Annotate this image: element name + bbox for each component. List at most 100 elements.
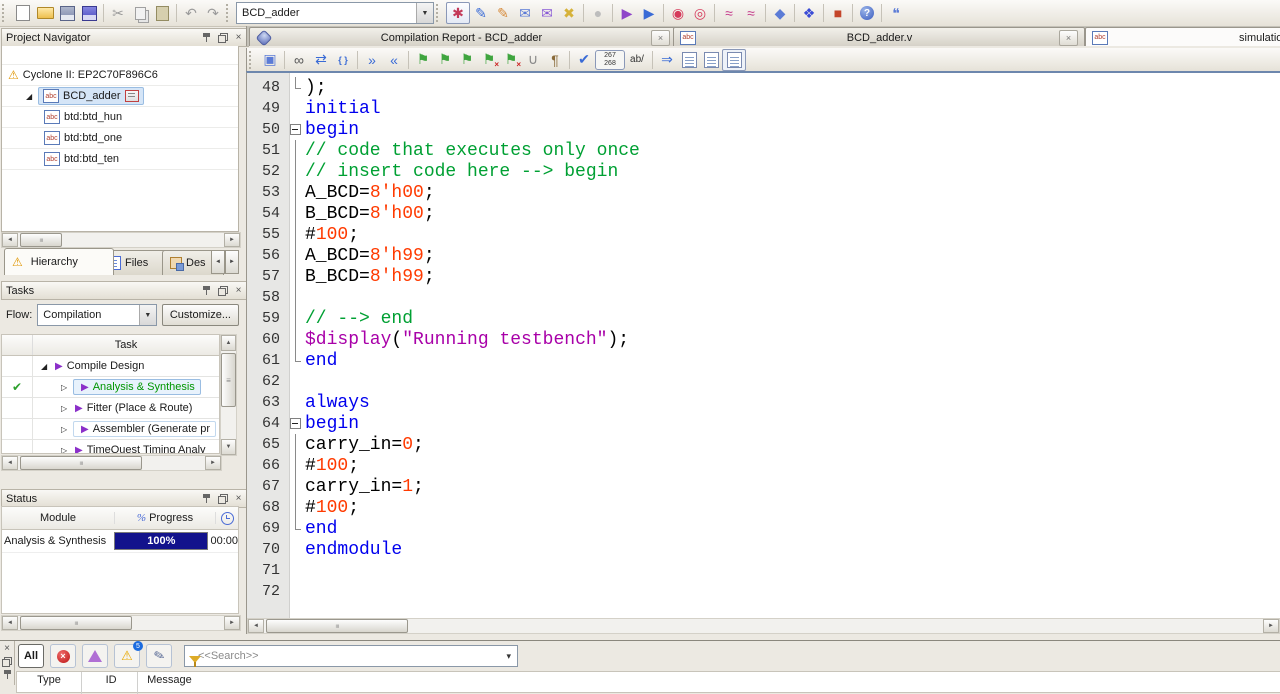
messages-id-header[interactable]: ID — [85, 672, 138, 694]
code-line-50[interactable]: 50begin — [247, 119, 1280, 140]
pin-icon[interactable] — [201, 493, 212, 504]
chip-planner-icon[interactable]: ■ — [827, 3, 849, 23]
collapse-arrow-icon[interactable]: ▷ — [61, 404, 73, 413]
float-icon[interactable] — [217, 32, 228, 43]
document-tab-3[interactable]: abcsimulation/mode — [1085, 27, 1280, 46]
filter-system-button[interactable]: ✎ — [146, 644, 172, 668]
code-line-69[interactable]: 69end — [247, 518, 1280, 539]
status-progress-header[interactable]: % Progress — [115, 512, 216, 524]
code-line-70[interactable]: 70endmodule — [247, 539, 1280, 560]
open-file-icon[interactable] — [34, 3, 56, 23]
code-editor[interactable]: 48);49initial50begin51// code that execu… — [246, 71, 1280, 634]
document-tab-2[interactable]: abcBCD_adder.v× — [673, 27, 1085, 46]
file-window-icon[interactable]: ▣ — [259, 50, 281, 70]
status-data-row[interactable]: Analysis & Synthesis 100% 00:00 — [2, 530, 238, 553]
float-icon[interactable] — [217, 493, 228, 504]
status-time-header[interactable] — [216, 512, 238, 525]
scroll-up-icon[interactable]: ▲ — [221, 335, 236, 351]
scroll-thumb[interactable]: ≡ — [20, 616, 132, 630]
stopwatch-icon[interactable]: ◎ — [689, 3, 711, 23]
scroll-left-icon[interactable]: ◄ — [248, 619, 264, 633]
line-counter-box[interactable]: 267268 — [595, 50, 625, 70]
combo-dropdown-arrow-icon[interactable]: ▼ — [139, 305, 156, 325]
start-analysis-play-icon[interactable]: ▶ — [616, 3, 638, 23]
tree-item-1[interactable]: ◢abcBCD_adder — [2, 86, 238, 107]
pin-icon[interactable] — [201, 32, 212, 43]
code-line-62[interactable]: 62 — [247, 371, 1280, 392]
code-line-55[interactable]: 55#100; — [247, 224, 1280, 245]
save-icon[interactable] — [56, 3, 78, 23]
customize-button[interactable]: Customize... — [162, 304, 239, 326]
gate-waveform-chip-icon[interactable]: ≈ — [740, 3, 762, 23]
scroll-right-icon[interactable]: ► — [205, 456, 221, 470]
collapse-arrow-icon[interactable]: ▷ — [61, 446, 73, 455]
start-elaboration-arrow-icon[interactable]: ▶ — [638, 3, 660, 23]
code-line-66[interactable]: 66#100; — [247, 455, 1280, 476]
scroll-thumb[interactable]: ≡ — [20, 456, 142, 470]
filter-all-button[interactable]: All — [18, 644, 44, 668]
help-icon[interactable] — [856, 3, 878, 23]
code-line-51[interactable]: 51// code that executes only once — [247, 140, 1280, 161]
view-full-icon[interactable] — [678, 50, 700, 70]
close-tab-icon[interactable]: × — [1059, 30, 1078, 46]
code-line-71[interactable]: 71 — [247, 560, 1280, 581]
next-bookmark-icon[interactable]: ⚑ — [434, 50, 456, 70]
scroll-right-icon[interactable]: ► — [224, 233, 240, 247]
code-line-49[interactable]: 49initial — [247, 98, 1280, 119]
task-row-3[interactable]: ▷▶Assembler (Generate pr — [2, 419, 219, 440]
code-line-68[interactable]: 68#100; — [247, 497, 1280, 518]
scroll-thumb[interactable]: ≡ — [266, 619, 408, 633]
combo-dropdown-arrow-icon[interactable]: ▼ — [416, 3, 433, 23]
float-icon[interactable] — [2, 656, 13, 667]
analysis-synthesis-pencil-icon[interactable]: ✎ — [470, 3, 492, 23]
code-line-60[interactable]: 60$display("Running testbench"); — [247, 329, 1280, 350]
scroll-left-icon[interactable]: ◄ — [2, 616, 18, 630]
paste-icon[interactable] — [151, 3, 173, 23]
insert-bookmark-icon[interactable]: ⚑ — [412, 50, 434, 70]
scroll-right-icon[interactable]: ► — [224, 616, 240, 630]
code-line-59[interactable]: 59// --> end — [247, 308, 1280, 329]
sidebar-tab-hierarchy[interactable]: ⚠Hierarchy — [4, 248, 114, 275]
messages-message-header[interactable]: Message — [141, 672, 198, 694]
template-icon[interactable]: ¶ — [544, 50, 566, 70]
cut-icon[interactable]: ✂ — [107, 3, 129, 23]
view-outline-icon[interactable] — [722, 49, 746, 71]
pin-icon[interactable] — [2, 669, 13, 680]
flow-combobox[interactable]: Compilation ▼ — [37, 304, 157, 326]
editor-hscrollbar[interactable]: ◄ ≡ ► — [247, 618, 1280, 634]
collapse-arrow-icon[interactable]: ▷ — [61, 425, 73, 434]
scroll-left-icon[interactable]: ◄ — [2, 233, 18, 247]
expand-arrow-icon[interactable]: ◢ — [41, 362, 53, 371]
close-icon[interactable]: × — [233, 32, 244, 43]
document-tab-1[interactable]: Compilation Report - BCD_adder× — [249, 27, 677, 46]
edit-settings-pencil-icon[interactable]: ✎ — [492, 3, 514, 23]
netlist-mail-icon[interactable]: ✉ — [514, 3, 536, 23]
code-line-53[interactable]: 53A_BCD=8'h00; — [247, 182, 1280, 203]
collapse-arrow-icon[interactable]: ▷ — [61, 383, 73, 392]
float-icon[interactable] — [217, 285, 228, 296]
scroll-left-icon[interactable]: ◄ — [2, 456, 18, 470]
filter-errors-button[interactable]: × — [50, 644, 76, 668]
tree-item-0[interactable]: ⚠Cyclone II: EP2C70F896C6 — [2, 65, 238, 86]
signaltap-hand-icon[interactable]: ❖ — [798, 3, 820, 23]
replace-icon[interactable]: ⇄ — [310, 50, 332, 70]
close-tab-icon[interactable]: × — [651, 30, 670, 46]
pin-icon[interactable] — [201, 285, 212, 296]
tree-item-4[interactable]: abcbtd:btd_ten — [2, 149, 238, 170]
timequest-clock-icon[interactable]: ◉ — [667, 3, 689, 23]
status-hscrollbar[interactable]: ◄ ≡ ► — [1, 615, 241, 631]
message-search-box[interactable]: <<Search>> ▾ — [184, 645, 518, 667]
previous-bookmark-icon[interactable]: ⚑ — [456, 50, 478, 70]
stop-icon[interactable]: ● — [587, 3, 609, 23]
code-line-54[interactable]: 54B_BCD=8'h00; — [247, 203, 1280, 224]
code-line-72[interactable]: 72 — [247, 581, 1280, 602]
find-icon[interactable]: ∞ — [288, 50, 310, 70]
tasks-vscrollbar[interactable]: ▲ ≡ ▼ — [220, 334, 237, 456]
save-project-icon[interactable] — [78, 3, 100, 23]
expand-arrow-icon[interactable]: ◢ — [26, 92, 38, 101]
code-line-56[interactable]: 56A_BCD=8'h99; — [247, 245, 1280, 266]
redo-icon[interactable]: ↷ — [202, 3, 224, 23]
start-compilation-icon[interactable]: ✱ — [446, 2, 470, 24]
scroll-right-icon[interactable]: ► — [1263, 619, 1279, 633]
code-line-64[interactable]: 64begin — [247, 413, 1280, 434]
